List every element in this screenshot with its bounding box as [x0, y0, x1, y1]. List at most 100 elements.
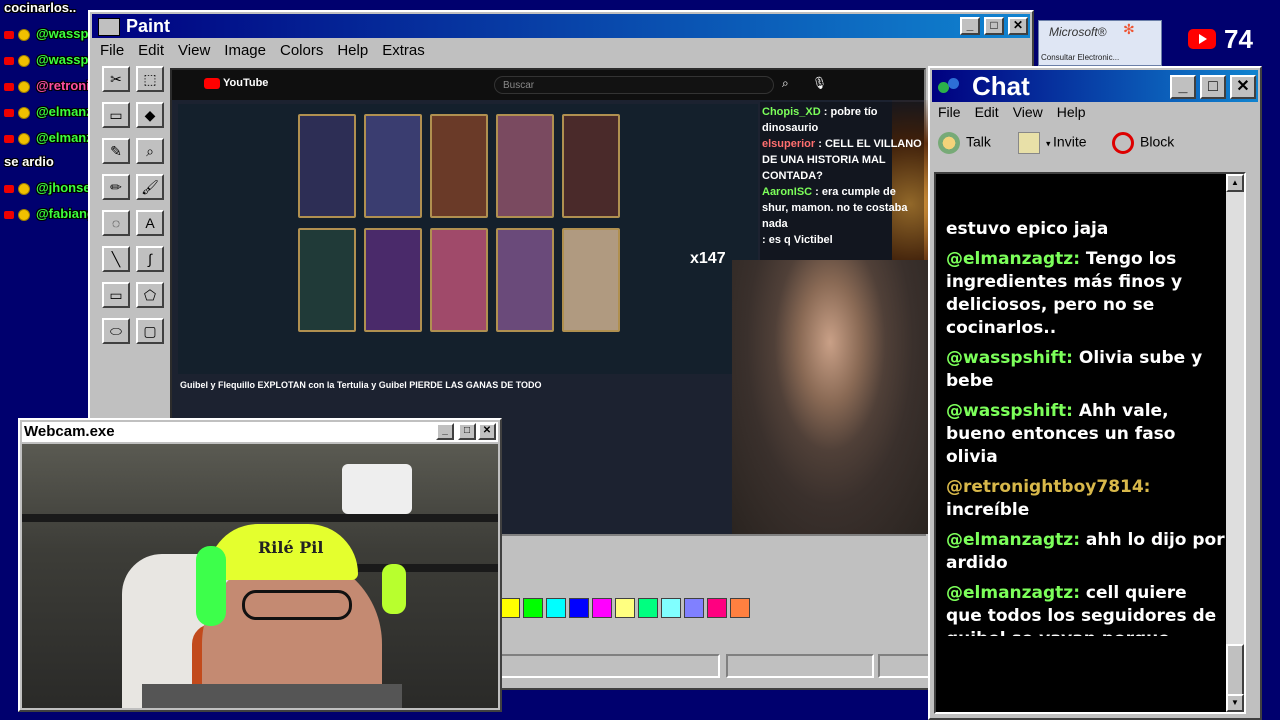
menu-item-help[interactable]: Help [337, 42, 368, 59]
close-button[interactable]: ✕ [478, 423, 496, 440]
champion-card [298, 114, 356, 218]
magnifier-icon[interactable]: ⌕ [136, 138, 164, 164]
color-swatch[interactable] [730, 598, 750, 618]
champion-card [364, 114, 422, 218]
member-badge-icon [18, 80, 30, 93]
color-swatch[interactable] [546, 598, 566, 618]
tissue-roll [342, 464, 412, 514]
menu-item-view[interactable]: View [178, 42, 210, 59]
figurine [382, 564, 406, 614]
chat-text: estuvo epico jaja [946, 219, 1109, 239]
color-swatch[interactable] [661, 598, 681, 618]
menu-item-image[interactable]: Image [224, 42, 266, 59]
stream-chat-user: Chopis_XD [762, 106, 821, 118]
color-swatch[interactable] [615, 598, 635, 618]
member-badge-icon [18, 208, 30, 221]
msn-banner[interactable]: Microsoft® ✻ Consultar Electronic... [1038, 20, 1162, 66]
block-button[interactable]: Block [1112, 132, 1174, 154]
maximize-button[interactable]: □ [984, 17, 1004, 35]
search-icon[interactable]: ⌕ [782, 76, 789, 91]
invite-button[interactable]: ▾ Invite [1018, 132, 1087, 154]
color-swatch[interactable] [684, 598, 704, 618]
color-swatch[interactable] [500, 598, 520, 618]
shelf [352, 564, 498, 572]
scroll-up-icon[interactable]: ▲ [1226, 174, 1244, 192]
text-icon[interactable]: A [136, 210, 164, 236]
curve-icon[interactable]: ∫ [136, 246, 164, 272]
mic-icon[interactable]: 🎙 [812, 76, 827, 90]
glasses [242, 590, 352, 620]
color-swatch[interactable] [638, 598, 658, 618]
menu-item-edit[interactable]: Edit [138, 42, 164, 59]
chat-message: @wasspshift: Olivia sube y bebe [946, 347, 1226, 393]
paint-titlebar[interactable]: Paint _ □ ✕ [92, 14, 1030, 38]
fill-icon[interactable]: ◆ [136, 102, 164, 128]
menu-item-view[interactable]: View [1013, 104, 1043, 120]
brush-icon[interactable]: 🖌 [136, 174, 164, 200]
webcam-window: Webcam.exe _ □ ✕ Rilé Pil [18, 418, 502, 712]
menu-item-help[interactable]: Help [1057, 104, 1086, 120]
status-pane [726, 654, 874, 678]
rectangle-icon[interactable]: ▭ [102, 282, 130, 308]
menu-item-file[interactable]: File [938, 104, 961, 120]
youtube-video[interactable]: x147 [178, 104, 758, 374]
picker-icon[interactable]: ✎ [102, 138, 130, 164]
scroll-thumb[interactable] [1226, 644, 1244, 700]
ellipse-icon[interactable]: ⬭ [102, 318, 130, 344]
eraser-icon[interactable]: ▭ [102, 102, 130, 128]
chat-window: Chat _ □ ✕ File Edit View Help Talk ▾ Invit… [928, 66, 1262, 720]
minimize-button[interactable]: _ [960, 17, 980, 35]
scroll-down-icon[interactable]: ▼ [1226, 694, 1244, 712]
menu-item-edit[interactable]: Edit [975, 104, 999, 120]
maximize-button[interactable]: □ [458, 423, 476, 440]
color-swatch[interactable] [707, 598, 727, 618]
polygon-icon[interactable]: ⬠ [136, 282, 164, 308]
champion-card [364, 228, 422, 332]
minimize-button[interactable]: _ [436, 423, 454, 440]
airbrush-icon[interactable]: ◌ [102, 210, 130, 236]
menu-item-file[interactable]: File [100, 42, 124, 59]
line-icon[interactable]: ╲ [102, 246, 130, 272]
chat-log[interactable]: estuvo epico jaja @elmanzagtz: Tengo los … [934, 172, 1246, 714]
champion-card [496, 114, 554, 218]
color-swatch[interactable] [592, 598, 612, 618]
overlay-badge: x147 [690, 250, 726, 267]
close-button[interactable]: ✕ [1230, 75, 1256, 99]
champion-card [562, 114, 620, 218]
minimize-button[interactable]: _ [1170, 75, 1196, 99]
free-select-icon[interactable]: ✂ [102, 66, 130, 92]
champion-card [430, 114, 488, 218]
youtube-header: YouTube Buscar ⌕ 🎙 [172, 70, 924, 100]
talk-button[interactable]: Talk [938, 132, 991, 154]
champion-card [298, 228, 356, 332]
close-button[interactable]: ✕ [1008, 17, 1028, 35]
chat-message: estuvo epico jaja [946, 218, 1226, 241]
chat-titlebar[interactable]: Chat _ □ ✕ [932, 70, 1258, 102]
rounded-rect-icon[interactable]: ▢ [136, 318, 164, 344]
invite-icon [1018, 132, 1040, 154]
stream-chat-user: AaronISC [762, 186, 813, 198]
color-swatch[interactable] [523, 598, 543, 618]
webcam-titlebar[interactable]: Webcam.exe _ □ ✕ [22, 422, 498, 442]
pencil-icon[interactable]: ✏ [102, 174, 130, 200]
youtube-icon [4, 30, 14, 39]
stream-chat-text: es q Victibel [768, 234, 833, 246]
champion-card [430, 228, 488, 332]
member-badge-icon [18, 132, 30, 145]
rect-select-icon[interactable]: ⬚ [136, 66, 164, 92]
msn-subtitle: Consultar Electronic... [1041, 53, 1120, 62]
member-badge-icon [18, 182, 30, 195]
webcam-title: Webcam.exe [24, 423, 115, 440]
menu-item-colors[interactable]: Colors [280, 42, 323, 59]
youtube-search[interactable]: Buscar [494, 76, 774, 94]
viewer-count: 74 [1224, 24, 1253, 54]
msn-logo: Microsoft® [1049, 25, 1107, 39]
chat-scrollbar[interactable]: ▲ ▼ [1226, 174, 1244, 712]
shirt [142, 684, 402, 708]
menu-item-extras[interactable]: Extras [382, 42, 425, 59]
chat-username: @elmanzagtz: [946, 530, 1080, 550]
chat-username: @wasspshift: [946, 348, 1073, 368]
youtube-icon [4, 56, 14, 65]
color-swatch[interactable] [569, 598, 589, 618]
maximize-button[interactable]: □ [1200, 75, 1226, 99]
